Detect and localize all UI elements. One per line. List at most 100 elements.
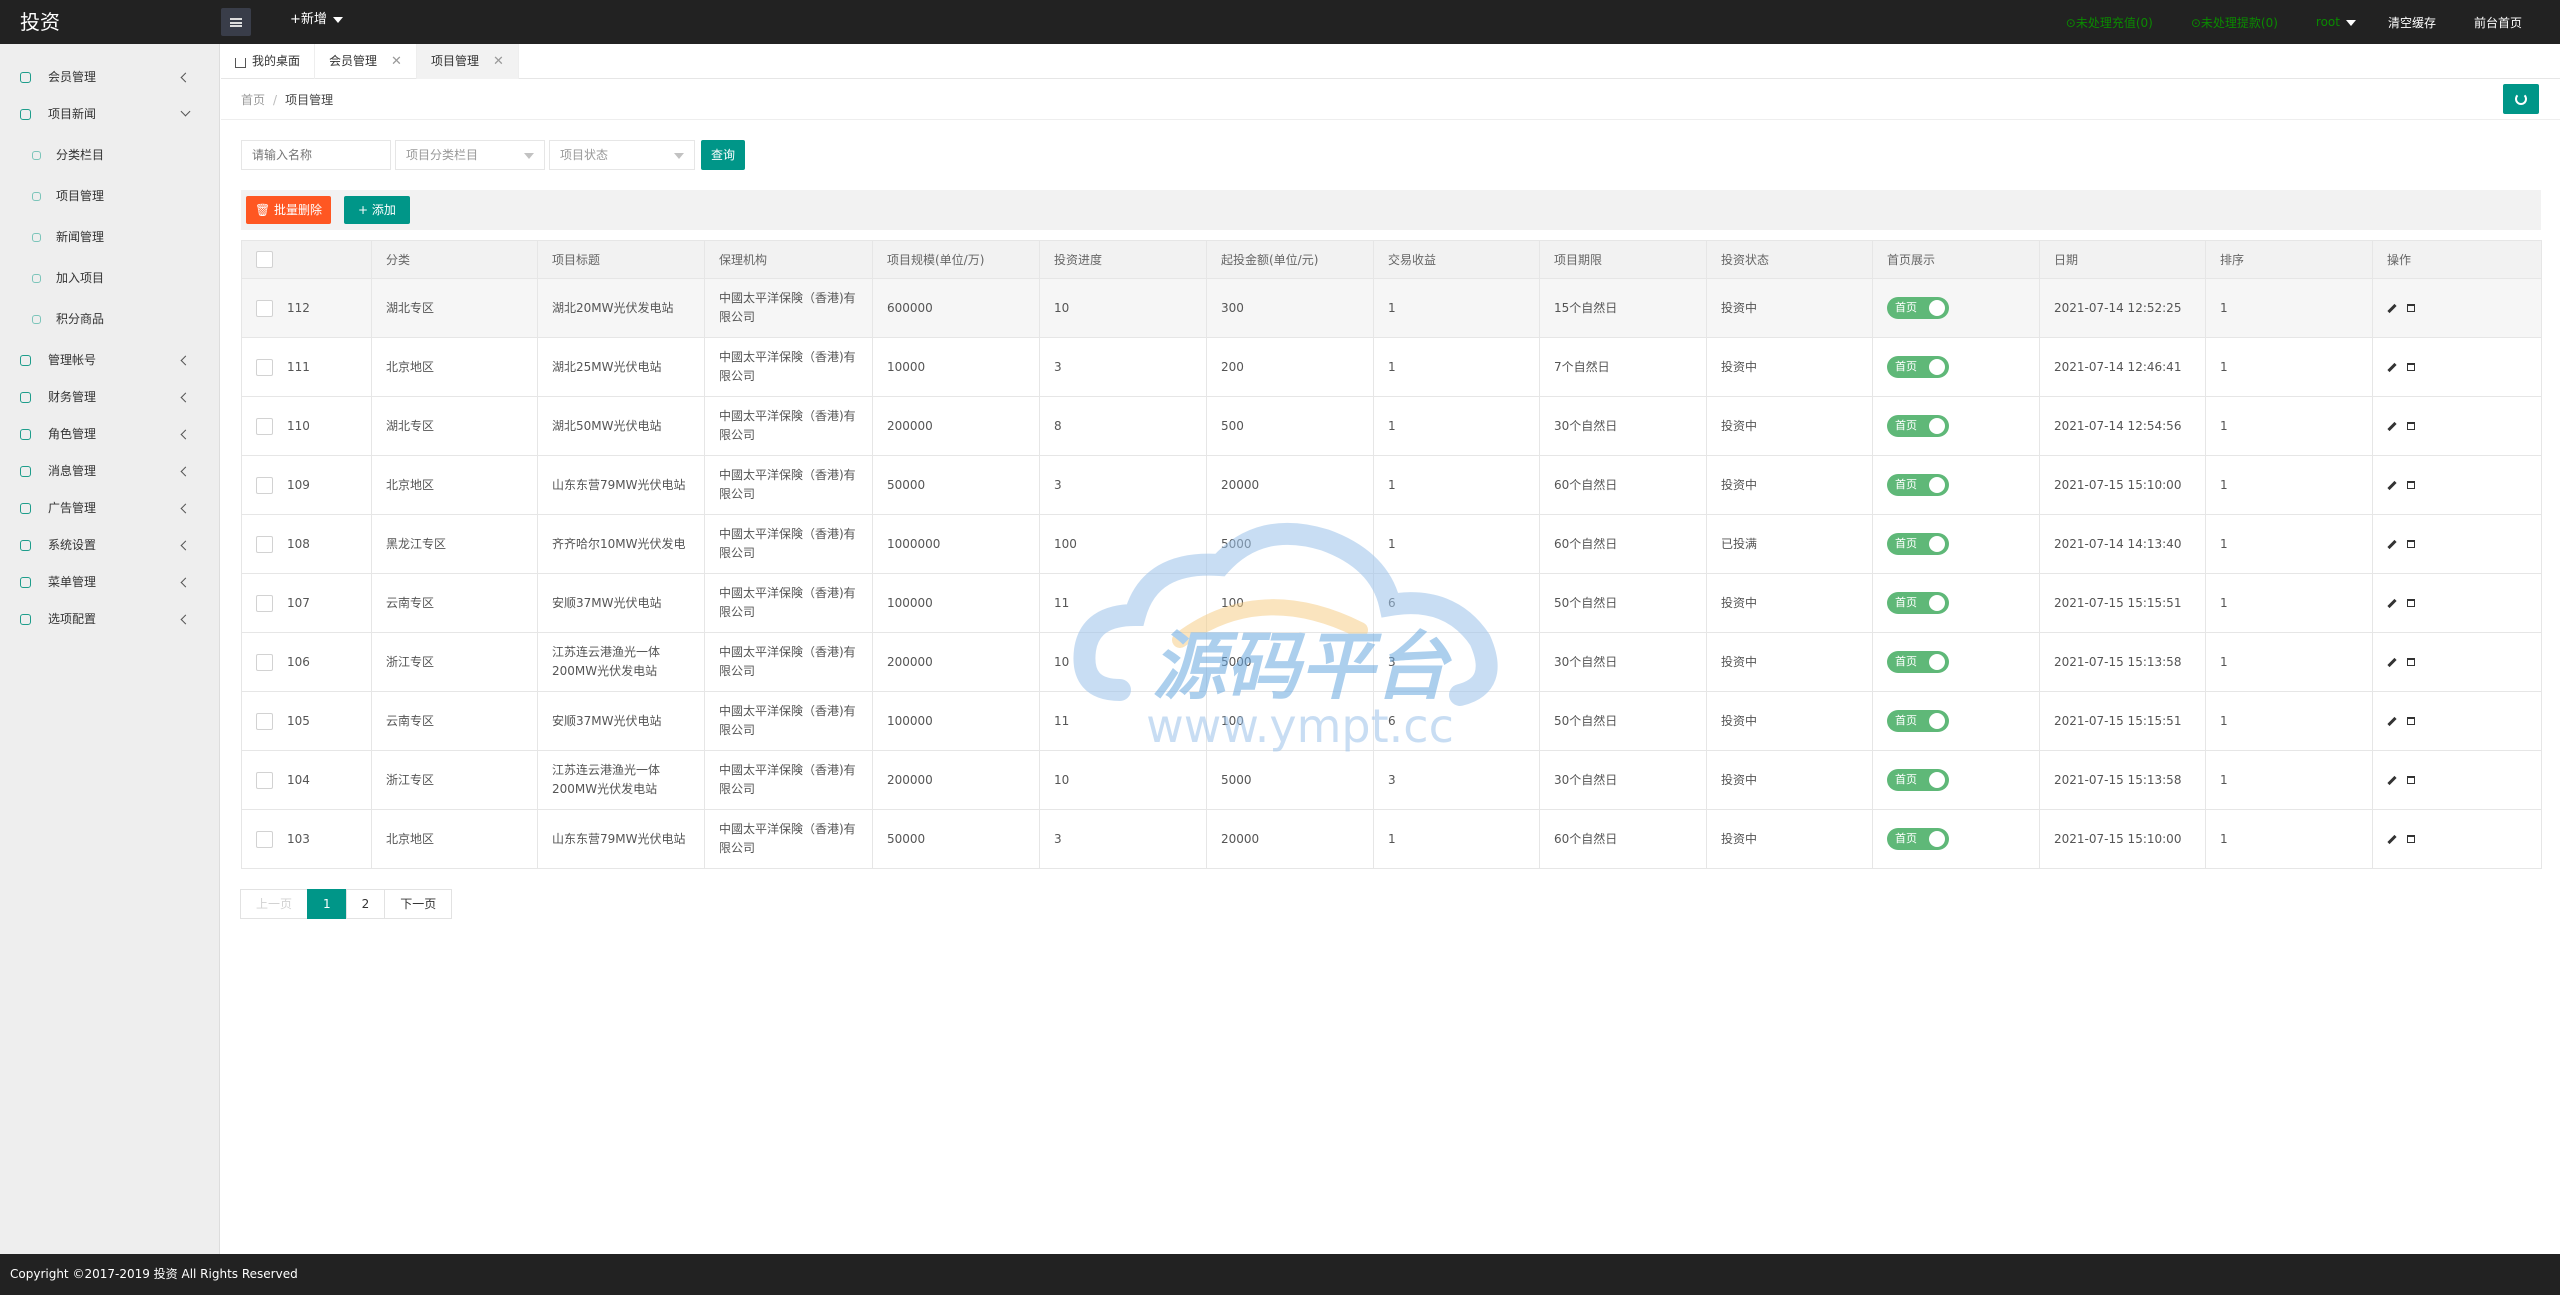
sidebar-item-options[interactable]: 选项配置 xyxy=(0,601,219,638)
batch-delete-button[interactable]: 🗑 批量删除 xyxy=(246,196,331,224)
column-header[interactable]: 项目标题 xyxy=(537,240,705,279)
edit-icon[interactable] xyxy=(2387,657,2397,667)
status-select[interactable]: 项目状态 xyxy=(549,140,695,170)
row-checkbox[interactable] xyxy=(256,594,273,612)
tab-projects[interactable]: 项目管理 ✕ xyxy=(416,44,519,79)
page-2-button[interactable]: 2 xyxy=(345,889,386,919)
front-home-link[interactable]: 前台首页 xyxy=(2474,14,2522,31)
column-header[interactable]: 排序 xyxy=(2205,240,2373,279)
sidebar-item-ads[interactable]: 广告管理 xyxy=(0,490,219,527)
edit-icon[interactable] xyxy=(2387,775,2397,785)
add-button[interactable]: + 添加 xyxy=(344,196,410,224)
row-checkbox[interactable] xyxy=(256,771,273,789)
column-header[interactable]: 投资进度 xyxy=(1039,240,1207,279)
delete-icon[interactable] xyxy=(2407,481,2415,489)
column-header[interactable]: 项目期限 xyxy=(1539,240,1707,279)
column-header[interactable]: 起投金额(单位/元) xyxy=(1206,240,1374,279)
edit-icon[interactable] xyxy=(2387,834,2397,844)
delete-icon[interactable] xyxy=(2407,776,2415,784)
sidebar-item-menus[interactable]: 菜单管理 xyxy=(0,564,219,601)
cell-term: 7个自然日 xyxy=(1539,337,1707,397)
row-checkbox[interactable] xyxy=(256,476,273,494)
edit-icon[interactable] xyxy=(2387,598,2397,608)
category-select[interactable]: 项目分类栏目 xyxy=(395,140,545,170)
menu-toggle-button[interactable] xyxy=(221,8,251,36)
home-display-switch[interactable]: 首页 xyxy=(1887,474,1949,496)
page-1-button[interactable]: 1 xyxy=(307,889,347,919)
add-new-dropdown[interactable]: +新增 xyxy=(290,0,343,40)
prev-page-button[interactable]: 上一页 xyxy=(240,889,309,919)
delete-icon[interactable] xyxy=(2407,658,2415,666)
close-icon[interactable]: ✕ xyxy=(493,44,504,79)
clear-cache-link[interactable]: 清空缓存 xyxy=(2388,14,2436,31)
sidebar-subitem-projects[interactable]: 项目管理 xyxy=(0,176,219,217)
query-button[interactable]: 查询 xyxy=(701,140,745,170)
sidebar-subitem-category[interactable]: 分类栏目 xyxy=(0,135,219,176)
row-checkbox[interactable] xyxy=(256,358,273,376)
delete-icon[interactable] xyxy=(2407,422,2415,430)
row-checkbox[interactable] xyxy=(256,653,273,671)
name-search-input[interactable] xyxy=(241,140,391,170)
next-page-button[interactable]: 下一页 xyxy=(384,889,453,919)
edit-icon[interactable] xyxy=(2387,480,2397,490)
edit-icon[interactable] xyxy=(2387,362,2397,372)
home-display-switch[interactable]: 首页 xyxy=(1887,592,1949,614)
delete-icon[interactable] xyxy=(2407,304,2415,312)
refresh-button[interactable] xyxy=(2503,84,2539,114)
edit-icon[interactable] xyxy=(2387,303,2397,313)
home-display-switch[interactable]: 首页 xyxy=(1887,297,1949,319)
sidebar-item-accounts[interactable]: 管理帐号 xyxy=(0,342,219,379)
sidebar-item-roles[interactable]: 角色管理 xyxy=(0,416,219,453)
edit-icon[interactable] xyxy=(2387,716,2397,726)
batch-delete-label: 批量删除 xyxy=(274,203,323,217)
edit-icon[interactable] xyxy=(2387,421,2397,431)
row-checkbox[interactable] xyxy=(256,535,273,553)
row-checkbox[interactable] xyxy=(256,299,273,317)
tab-desktop[interactable]: 我的桌面 xyxy=(221,44,316,79)
home-display-switch[interactable]: 首页 xyxy=(1887,651,1949,673)
column-header[interactable]: 首页展示 xyxy=(1872,240,2040,279)
sidebar-subitem-join[interactable]: 加入项目 xyxy=(0,258,219,299)
sidebar-item-messages[interactable]: 消息管理 xyxy=(0,453,219,490)
row-checkbox[interactable] xyxy=(256,830,273,848)
row-checkbox[interactable] xyxy=(256,712,273,730)
home-display-switch[interactable]: 首页 xyxy=(1887,533,1949,555)
close-icon[interactable]: ✕ xyxy=(391,44,402,79)
select-all-checkbox[interactable] xyxy=(256,251,273,268)
column-header[interactable]: 交易收益 xyxy=(1373,240,1540,279)
hamburger-icon xyxy=(230,17,242,27)
sidebar-item-finance[interactable]: 财务管理 xyxy=(0,379,219,416)
row-checkbox[interactable] xyxy=(256,417,273,435)
breadcrumb-home[interactable]: 首页 xyxy=(241,93,265,107)
home-display-switch[interactable]: 首页 xyxy=(1887,356,1949,378)
sidebar-item-members[interactable]: 会员管理 xyxy=(0,59,219,96)
sidebar-item-project-news[interactable]: 项目新闻 xyxy=(0,96,219,133)
logo[interactable]: 投资 xyxy=(0,0,220,44)
column-header[interactable]: 日期 xyxy=(2039,240,2206,279)
delete-icon[interactable] xyxy=(2407,717,2415,725)
column-header[interactable]: 投资状态 xyxy=(1706,240,1873,279)
sidebar-subitem-points[interactable]: 积分商品 xyxy=(0,299,219,340)
column-header[interactable]: 分类 xyxy=(371,240,538,279)
home-display-switch[interactable]: 首页 xyxy=(1887,710,1949,732)
column-header[interactable]: 操作 xyxy=(2372,240,2542,279)
delete-icon[interactable] xyxy=(2407,599,2415,607)
home-display-switch[interactable]: 首页 xyxy=(1887,828,1949,850)
sidebar-subitem-news[interactable]: 新闻管理 xyxy=(0,217,219,258)
delete-icon[interactable] xyxy=(2407,363,2415,371)
unprocessed-withdraw-link[interactable]: ⊙未处理提款(0) xyxy=(2191,14,2278,31)
cell-min-invest: 20000 xyxy=(1206,455,1374,515)
cell-category: 北京地区 xyxy=(371,337,538,397)
edit-icon[interactable] xyxy=(2387,539,2397,549)
delete-icon[interactable] xyxy=(2407,835,2415,843)
delete-icon[interactable] xyxy=(2407,540,2415,548)
user-menu[interactable]: root xyxy=(2316,15,2356,29)
column-header[interactable]: 保理机构 xyxy=(704,240,873,279)
home-display-switch[interactable]: 首页 xyxy=(1887,769,1949,791)
tab-members[interactable]: 会员管理 ✕ xyxy=(315,44,417,79)
project-table: 分类 项目标题 保理机构 项目规模(单位/万) 投资进度 起投金额(单位/元) … xyxy=(241,240,2542,869)
sidebar-item-settings[interactable]: 系统设置 xyxy=(0,527,219,564)
column-header[interactable]: 项目规模(单位/万) xyxy=(872,240,1040,279)
home-display-switch[interactable]: 首页 xyxy=(1887,415,1949,437)
unprocessed-recharge-link[interactable]: ⊙未处理充值(0) xyxy=(2066,14,2153,31)
